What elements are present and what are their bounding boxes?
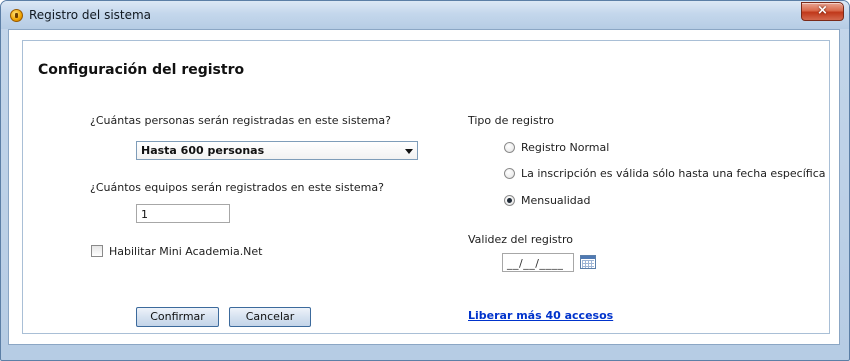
confirm-button[interactable]: Confirmar: [136, 307, 219, 327]
radio-fecha-especifica[interactable]: [504, 168, 515, 179]
persons-question-label: ¿Cuántas personas serán registradas en e…: [90, 114, 391, 127]
radio-registro-normal[interactable]: [504, 142, 515, 153]
validity-date-input[interactable]: __/__/____: [502, 253, 574, 272]
equipment-input[interactable]: 1: [136, 204, 230, 223]
close-icon: ×: [817, 3, 828, 18]
calendar-icon[interactable]: [580, 255, 596, 269]
close-button[interactable]: ×: [801, 2, 844, 21]
validity-label: Validez del registro: [468, 233, 573, 246]
equipment-question-label: ¿Cuántos equipos serán registrados en es…: [90, 181, 384, 194]
dropdown-arrow-icon[interactable]: [405, 149, 413, 154]
radio-mensualidad-label[interactable]: Mensualidad: [521, 194, 591, 207]
window-title: Registro del sistema: [29, 8, 152, 22]
release-access-link[interactable]: Liberar más 40 accesos: [468, 309, 613, 322]
radio-fecha-especifica-label[interactable]: La inscripción es válida sólo hasta una …: [521, 167, 826, 180]
title-bar[interactable]: Registro del sistema ×: [1, 1, 849, 29]
radio-mensualidad[interactable]: [504, 195, 515, 206]
persons-selected-value: Hasta 600 personas: [141, 144, 265, 157]
mini-academia-label[interactable]: Habilitar Mini Academia.Net: [109, 245, 263, 258]
mini-academia-checkbox[interactable]: [91, 245, 103, 257]
registration-type-label: Tipo de registro: [468, 114, 555, 127]
lock-app-icon: [10, 9, 23, 22]
cancel-button[interactable]: Cancelar: [229, 307, 311, 327]
persons-select[interactable]: Hasta 600 personas: [136, 141, 418, 160]
radio-registro-normal-label[interactable]: Registro Normal: [521, 141, 609, 154]
page-title: Configuración del registro: [38, 62, 245, 78]
